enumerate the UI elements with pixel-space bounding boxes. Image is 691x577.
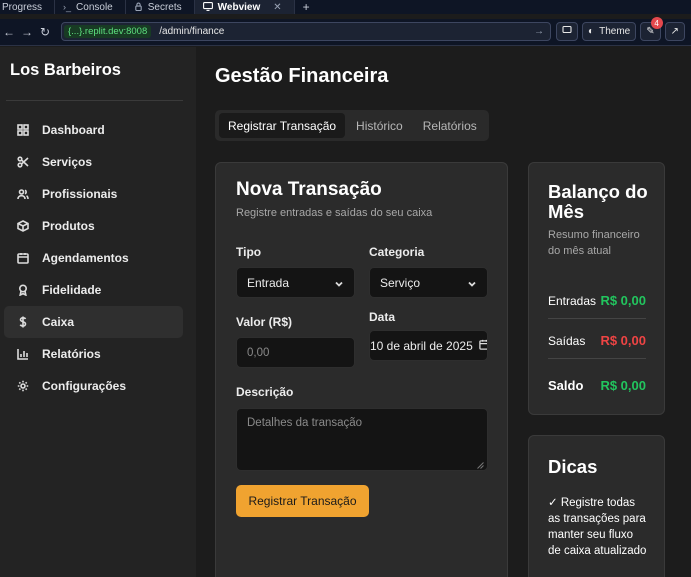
valor-input[interactable]: 0,00 <box>236 337 355 368</box>
categoria-select[interactable]: Serviço <box>369 267 488 298</box>
register-transaction-button[interactable]: Registrar Transação <box>236 485 369 517</box>
date-input[interactable]: 10 de abril de 2025 <box>369 330 488 361</box>
form-subtitle: Registre entradas e saídas do seu caixa <box>236 207 432 219</box>
tips-card: Dicas ✓ Registre todas as transações par… <box>528 435 665 577</box>
chevron-down-icon <box>467 278 477 288</box>
package-icon <box>16 220 30 232</box>
award-icon <box>16 284 30 296</box>
saldo-label: Saldo <box>548 378 583 393</box>
reload-icon[interactable]: ↻ <box>36 25 54 39</box>
tips-title: Dicas <box>548 456 597 478</box>
sidebar-divider <box>6 100 183 101</box>
address-bar: ← → ↻ {...}.replit.dev:8008 /admin/finan… <box>0 19 691 46</box>
sidebar-item-caixa[interactable]: Caixa <box>4 306 183 338</box>
tab-secrets[interactable]: Secrets <box>126 0 195 14</box>
tab-console[interactable]: ›_ Console <box>55 0 126 14</box>
entradas-value: R$ 0,00 <box>600 293 646 308</box>
saidas-label: Saídas <box>548 334 585 348</box>
chevron-down-icon <box>334 278 344 288</box>
open-link-icon[interactable]: → <box>534 26 544 37</box>
balance-card: Balanço do Mês Resumo financeiro do mês … <box>528 162 665 415</box>
theme-button[interactable]: ◐ Theme <box>582 22 636 41</box>
main-content: Gestão Financeira Registrar Transação Hi… <box>196 47 691 577</box>
tab-relatorios[interactable]: Relatórios <box>414 113 486 138</box>
descricao-textarea[interactable]: Detalhes da transação <box>236 408 488 471</box>
dollar-icon <box>16 316 30 328</box>
resize-handle-icon[interactable] <box>477 460 484 467</box>
bar-chart-icon <box>16 348 30 360</box>
sidebar: Los Barbeiros Dashboard Serviços Profiss… <box>0 47 196 577</box>
tab-progress[interactable]: Progress <box>0 0 55 14</box>
tab-historico[interactable]: Histórico <box>347 113 412 138</box>
sidebar-item-profissionais[interactable]: Profissionais <box>4 178 183 210</box>
saidas-value: R$ 0,00 <box>600 333 646 348</box>
url-field[interactable]: {...}.replit.dev:8008 /admin/finance → <box>61 22 551 41</box>
users-icon <box>16 188 30 200</box>
close-icon[interactable]: ✕ <box>273 2 281 13</box>
lock-icon <box>134 2 143 13</box>
saldo-value: R$ 0,00 <box>600 378 646 393</box>
new-tab-button[interactable]: + <box>295 0 318 14</box>
descricao-label: Descrição <box>236 385 293 399</box>
chat-icon <box>562 25 572 38</box>
monitor-icon <box>203 2 213 13</box>
sidebar-item-servicos[interactable]: Serviços <box>4 146 183 178</box>
sidebar-item-dashboard[interactable]: Dashboard <box>4 114 183 146</box>
forward-icon[interactable]: → <box>18 25 36 39</box>
data-label: Data <box>369 310 395 324</box>
external-open-button[interactable]: ↗ <box>665 22 685 41</box>
url-path: /admin/finance <box>159 26 224 37</box>
valor-label: Valor (R$) <box>236 315 292 329</box>
notification-badge: 4 <box>651 17 663 29</box>
sidebar-menu: Dashboard Serviços Profissionais Produto… <box>4 114 183 402</box>
calendar-icon[interactable] <box>479 339 488 353</box>
balance-divider <box>548 318 646 319</box>
saidas-row: Saídas R$ 0,00 <box>548 333 646 348</box>
tab-registrar-transacao[interactable]: Registrar Transação <box>219 113 345 138</box>
form-title: Nova Transação <box>236 179 382 201</box>
tipo-select[interactable]: Entrada <box>236 267 355 298</box>
page-tabs: Registrar Transação Histórico Relatórios <box>215 110 489 141</box>
entradas-row: Entradas R$ 0,00 <box>548 293 646 308</box>
tips-text: ✓ Registre todas as transações para mant… <box>548 495 648 559</box>
calendar-icon <box>16 252 30 264</box>
sidebar-item-fidelidade[interactable]: Fidelidade <box>4 274 183 306</box>
brand-title: Los Barbeiros <box>10 61 121 80</box>
grid-icon <box>16 124 30 136</box>
gear-icon <box>16 380 30 392</box>
categoria-label: Categoria <box>369 245 424 259</box>
balance-subtitle: Resumo financeiro do mês atual <box>548 227 652 259</box>
notifications-button[interactable]: ✎ 4 <box>640 22 660 41</box>
external-link-icon: ↗ <box>671 26 679 37</box>
scissors-icon <box>16 156 30 168</box>
sidebar-item-relatorios[interactable]: Relatórios <box>4 338 183 370</box>
sidebar-item-agendamentos[interactable]: Agendamentos <box>4 242 183 274</box>
page-title: Gestão Financeira <box>215 65 388 88</box>
transaction-form-card: Nova Transação Registre entradas e saída… <box>215 162 508 577</box>
palette-icon: ◐ <box>588 26 594 37</box>
entradas-label: Entradas <box>548 294 596 308</box>
sidebar-item-configuracoes[interactable]: Configurações <box>4 370 183 402</box>
tipo-label: Tipo <box>236 245 261 259</box>
back-icon[interactable]: ← <box>0 25 18 39</box>
devtools-button[interactable] <box>556 22 578 41</box>
saldo-row: Saldo R$ 0,00 <box>548 378 646 393</box>
balance-divider <box>548 358 646 359</box>
console-icon: ›_ <box>63 2 71 12</box>
url-host: {...}.replit.dev:8008 <box>64 25 151 38</box>
browser-tab-bar: Progress ›_ Console Secrets Webview ✕ + <box>0 0 691 14</box>
tab-webview[interactable]: Webview ✕ <box>195 0 295 14</box>
sidebar-item-produtos[interactable]: Produtos <box>4 210 183 242</box>
balance-title: Balanço do Mês <box>548 182 658 222</box>
